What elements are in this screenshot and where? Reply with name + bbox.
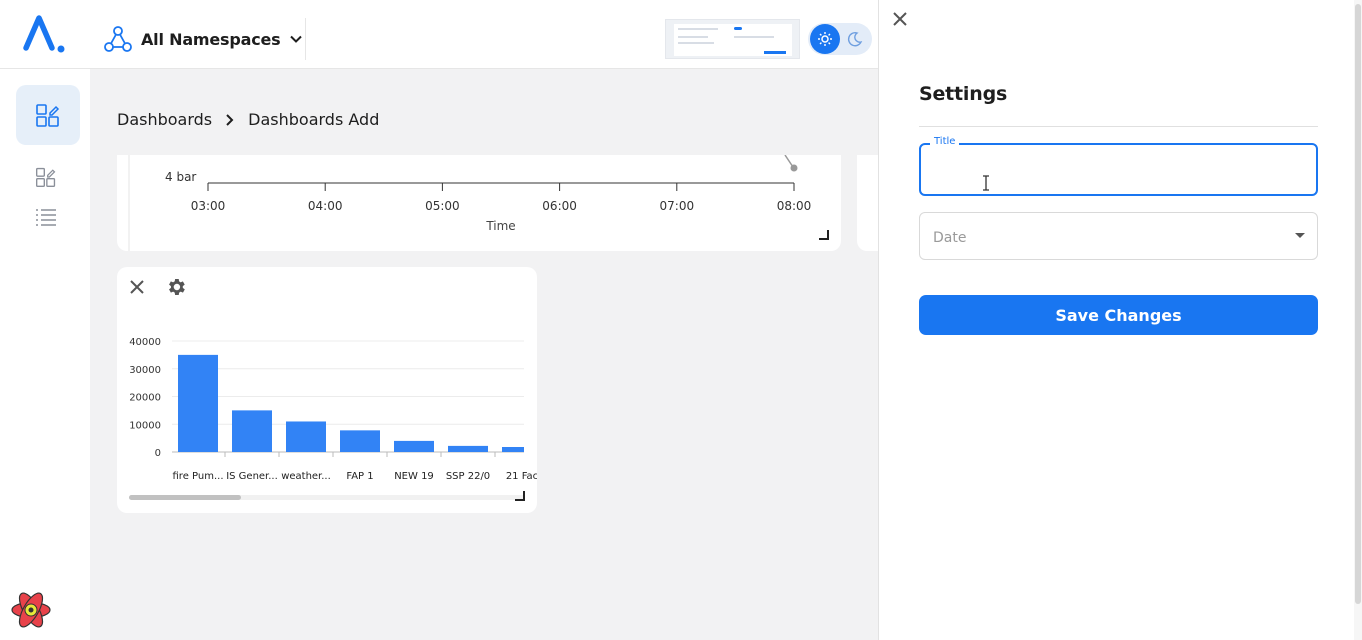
chart-scrollbar[interactable] [129,495,525,500]
x-tick-label: NEW 19 [394,471,434,482]
sidebar [0,69,90,640]
x-tick-label: FAP 1 [346,471,373,482]
dashboard-icon [36,167,56,187]
chart-scrollbar-thumb[interactable] [129,495,241,500]
y-tick-label: 0 [155,448,161,459]
x-tick-label: weather... [281,471,331,482]
breadcrumb-dashboards[interactable]: Dashboards [117,110,212,129]
date-placeholder: Date [933,230,967,246]
preview-thumbnail [665,19,800,59]
resize-handle[interactable] [819,230,829,240]
moon-icon[interactable] [844,28,866,50]
x-tick-label: 06:00 [542,199,577,213]
divider [919,126,1318,127]
app-logo-icon[interactable] [22,14,66,54]
sidebar-item-dashboard-add[interactable] [16,85,80,145]
bar [448,445,488,452]
x-tick-label: SSP 22/0 [446,471,490,482]
title-field[interactable]: Title [919,136,1318,196]
x-tick-label: 21 Fac [506,471,537,482]
dashboard-edit-icon [36,104,60,127]
bar [178,354,218,452]
y-tick-label: 40000 [129,337,161,348]
x-tick-label: 07:00 [660,199,695,213]
adjacent-card-edge [857,155,878,251]
namespace-selector[interactable]: All Namespaces [104,24,303,54]
panel-scrollbar[interactable] [1354,0,1362,640]
namespace-label: All Namespaces [141,29,281,49]
network-icon [104,26,132,52]
bar-chart: 0 10000 20000 30000 40000 fire Pum... IS Gener… [129,337,537,482]
bar [502,447,524,452]
panel-scrollbar-thumb[interactable] [1355,4,1361,604]
bar [286,421,326,452]
title-field-label: Title [930,136,960,147]
settings-panel: Settings Title Date Save Changes [878,0,1362,640]
y-tick-label: 4 bar [165,170,196,184]
react-devtools-icon[interactable] [10,590,52,630]
sidebar-item-dashboards[interactable] [30,164,62,190]
save-changes-button[interactable]: Save Changes [919,295,1318,335]
close-icon[interactable] [889,8,911,30]
breadcrumb-current: Dashboards Add [248,110,380,129]
bar [394,440,434,452]
line-chart-card: 4 bar 03:00 04:00 05:00 06:00 07:00 08:00 Tim… [117,155,841,251]
y-tick-label: 30000 [129,365,161,376]
x-tick-label: 08:00 [777,199,812,213]
chevron-right-icon [224,113,236,127]
y-tick-label: 10000 [129,420,161,431]
settings-title: Settings [919,83,1008,105]
line-chart: 4 bar 03:00 04:00 05:00 06:00 07:00 08:00 Tim… [128,155,812,251]
y-tick-label: 20000 [129,393,161,404]
chevron-down-icon [290,35,303,43]
x-tick-label: fire Pum... [173,471,224,482]
date-select[interactable]: Date [919,212,1318,260]
x-tick-label: 03:00 [191,199,226,213]
resize-handle[interactable] [515,491,525,501]
x-tick-label: 04:00 [308,199,343,213]
theme-toggle[interactable] [808,23,872,55]
bar-chart-card: 0 10000 20000 30000 40000 fire Pum... IS Gener… [117,267,537,513]
x-axis-label: Time [485,219,515,233]
topbar-divider [305,18,306,60]
list-icon [36,209,56,226]
sun-icon[interactable] [810,24,840,54]
sidebar-item-list[interactable] [30,204,62,230]
caret-down-icon [1295,233,1305,238]
text-cursor-icon [983,175,989,191]
breadcrumb: Dashboards Dashboards Add [117,110,379,129]
bar [232,410,272,452]
top-bar: All Namespaces [0,0,878,69]
bar [340,430,380,452]
x-tick-label: IS Gener... [226,471,278,482]
x-tick-label: 05:00 [425,199,460,213]
line-point [790,164,798,172]
